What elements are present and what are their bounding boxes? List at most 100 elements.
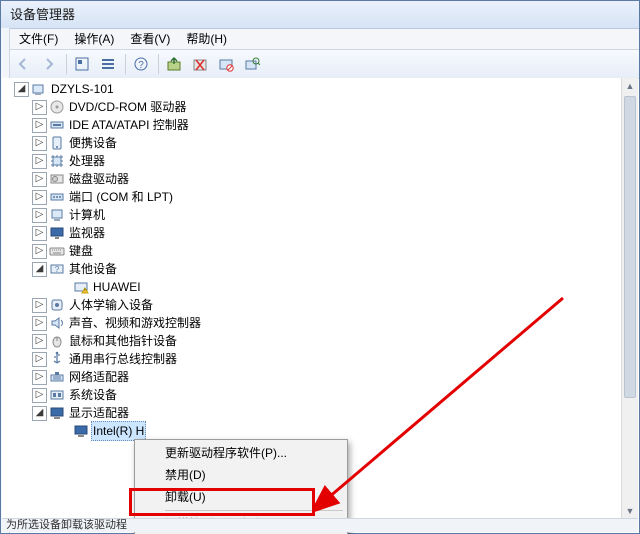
tree-node-label: 监视器 <box>67 224 107 242</box>
window-title: 设备管理器 <box>10 1 75 28</box>
tree-node-root[interactable]: ◢DZYLS-101 <box>14 80 638 98</box>
net-icon <box>49 369 65 385</box>
expand-toggle[interactable]: ▷ <box>32 370 47 385</box>
ctx-separator <box>165 510 343 511</box>
tree-node-label: DVD/CD-ROM 驱动器 <box>67 98 188 116</box>
tree-node-cat-1[interactable]: ▷ IDE ATA/ATAPI 控制器 <box>14 116 638 134</box>
disable-button[interactable] <box>214 52 238 76</box>
back-button[interactable] <box>11 52 35 76</box>
expand-toggle[interactable]: ▷ <box>32 136 47 151</box>
sound-icon <box>49 315 65 331</box>
vertical-scrollbar[interactable]: ▲ ▼ <box>621 78 638 519</box>
tree-node-cat-9-child-0[interactable]: ! HUAWEI <box>14 278 638 296</box>
scroll-down-icon[interactable]: ▼ <box>622 503 638 519</box>
view-style-button[interactable] <box>96 52 120 76</box>
svg-text:!: ! <box>84 289 85 295</box>
ctx-uninstall[interactable]: 卸载(U) <box>137 486 345 508</box>
menu-file[interactable]: 文件(F) <box>11 29 66 49</box>
menu-view[interactable]: 查看(V) <box>122 29 178 49</box>
tree-node-cat-10[interactable]: ▷ 人体学输入设备 <box>14 296 638 314</box>
scan-hardware-button[interactable] <box>240 52 264 76</box>
tree-node-cat-9[interactable]: ◢?其他设备 <box>14 260 638 278</box>
toolbar-sep <box>158 54 159 74</box>
port-icon <box>49 189 65 205</box>
tree-node-cat-0[interactable]: ▷ DVD/CD-ROM 驱动器 <box>14 98 638 116</box>
tree-node-cat-6[interactable]: ▷ 计算机 <box>14 206 638 224</box>
tree-node-label: 处理器 <box>67 152 107 170</box>
tree-node-label: 通用串行总线控制器 <box>67 350 179 368</box>
tree-node-cat-16[interactable]: ◢ 显示适配器 <box>14 404 638 422</box>
monitor-icon <box>49 225 65 241</box>
expand-toggle[interactable]: ▷ <box>32 172 47 187</box>
menu-help[interactable]: 帮助(H) <box>178 29 235 49</box>
show-connections-button[interactable] <box>70 52 94 76</box>
update-driver-button[interactable] <box>162 52 186 76</box>
menu-action[interactable]: 操作(A) <box>66 29 122 49</box>
expand-toggle[interactable]: ▷ <box>32 388 47 403</box>
tree-node-label: 人体学输入设备 <box>67 296 155 314</box>
tree-node-label: 便携设备 <box>67 134 119 152</box>
toolbar: ? <box>1 50 639 79</box>
expand-toggle[interactable]: ◢ <box>32 262 47 277</box>
tree-node-cat-2[interactable]: ▷ 便携设备 <box>14 134 638 152</box>
expand-toggle <box>56 280 71 295</box>
warn-icon: ! <box>73 279 89 295</box>
expand-toggle[interactable]: ▷ <box>32 118 47 133</box>
tree-node-label: 端口 (COM 和 LPT) <box>67 188 175 206</box>
tree-node-cat-13[interactable]: ▷ 通用串行总线控制器 <box>14 350 638 368</box>
expand-toggle[interactable]: ▷ <box>32 316 47 331</box>
status-bar: 为所选设备卸载该驱动程 <box>2 518 638 532</box>
display-icon <box>49 405 65 421</box>
ctx-update-driver[interactable]: 更新驱动程序软件(P)... <box>137 442 345 464</box>
tree-node-cat-5[interactable]: ▷ 端口 (COM 和 LPT) <box>14 188 638 206</box>
pc-icon <box>49 207 65 223</box>
portable-icon <box>49 135 65 151</box>
tree-node-label: 网络适配器 <box>67 368 131 386</box>
tree-node-label: 声音、视频和游戏控制器 <box>67 314 203 332</box>
expand-toggle[interactable]: ▷ <box>32 226 47 241</box>
tree-node-cat-3[interactable]: ▷ 处理器 <box>14 152 638 170</box>
disc-icon <box>49 99 65 115</box>
tree-node-label: 计算机 <box>67 206 107 224</box>
tree-node-label: 系统设备 <box>67 386 119 404</box>
expand-toggle[interactable]: ▷ <box>32 208 47 223</box>
expand-toggle[interactable]: ▷ <box>32 298 47 313</box>
tree-node-cat-12[interactable]: ▷ 鼠标和其他指针设备 <box>14 332 638 350</box>
toolbar-sep <box>66 54 67 74</box>
tree-node-cat-15[interactable]: ▷ 系统设备 <box>14 386 638 404</box>
help-button[interactable]: ? <box>129 52 153 76</box>
expand-toggle[interactable]: ▷ <box>32 100 47 115</box>
tree-node-cat-7[interactable]: ▷ 监视器 <box>14 224 638 242</box>
ctx-disable[interactable]: 禁用(D) <box>137 464 345 486</box>
other-icon: ? <box>49 261 65 277</box>
tree-node-label: 键盘 <box>67 242 95 260</box>
menubar: 文件(F) 操作(A) 查看(V) 帮助(H) <box>1 29 639 50</box>
tree-node-label: 其他设备 <box>67 260 119 278</box>
expand-toggle <box>56 424 71 439</box>
hid-icon <box>49 297 65 313</box>
expand-toggle[interactable]: ◢ <box>32 406 47 421</box>
tree-node-cat-14[interactable]: ▷ 网络适配器 <box>14 368 638 386</box>
expand-toggle[interactable]: ▷ <box>32 244 47 259</box>
cpu-icon <box>49 153 65 169</box>
tree-node-label: 显示适配器 <box>67 404 131 422</box>
scroll-thumb[interactable] <box>624 96 636 398</box>
tree-node-label: IDE ATA/ATAPI 控制器 <box>67 116 191 134</box>
expand-toggle[interactable]: ▷ <box>32 190 47 205</box>
expand-toggle[interactable]: ▷ <box>32 334 47 349</box>
sys-icon <box>49 387 65 403</box>
tree-node-cat-16-child-0[interactable]: Intel(R) H <box>14 422 638 440</box>
expand-toggle[interactable]: ▷ <box>32 154 47 169</box>
forward-button[interactable] <box>37 52 61 76</box>
expand-toggle[interactable]: ▷ <box>32 352 47 367</box>
tree-node-cat-4[interactable]: ▷磁盘驱动器 <box>14 170 638 188</box>
expand-toggle[interactable]: ◢ <box>14 82 29 97</box>
tree-node-label: 鼠标和其他指针设备 <box>67 332 179 350</box>
kbd-icon <box>49 243 65 259</box>
uninstall-button[interactable] <box>188 52 212 76</box>
toolbar-sep <box>125 54 126 74</box>
tree-node-cat-8[interactable]: ▷ 键盘 <box>14 242 638 260</box>
scroll-up-icon[interactable]: ▲ <box>622 78 638 94</box>
tree-node-cat-11[interactable]: ▷ 声音、视频和游戏控制器 <box>14 314 638 332</box>
tree-node-label: HUAWEI <box>91 278 143 296</box>
